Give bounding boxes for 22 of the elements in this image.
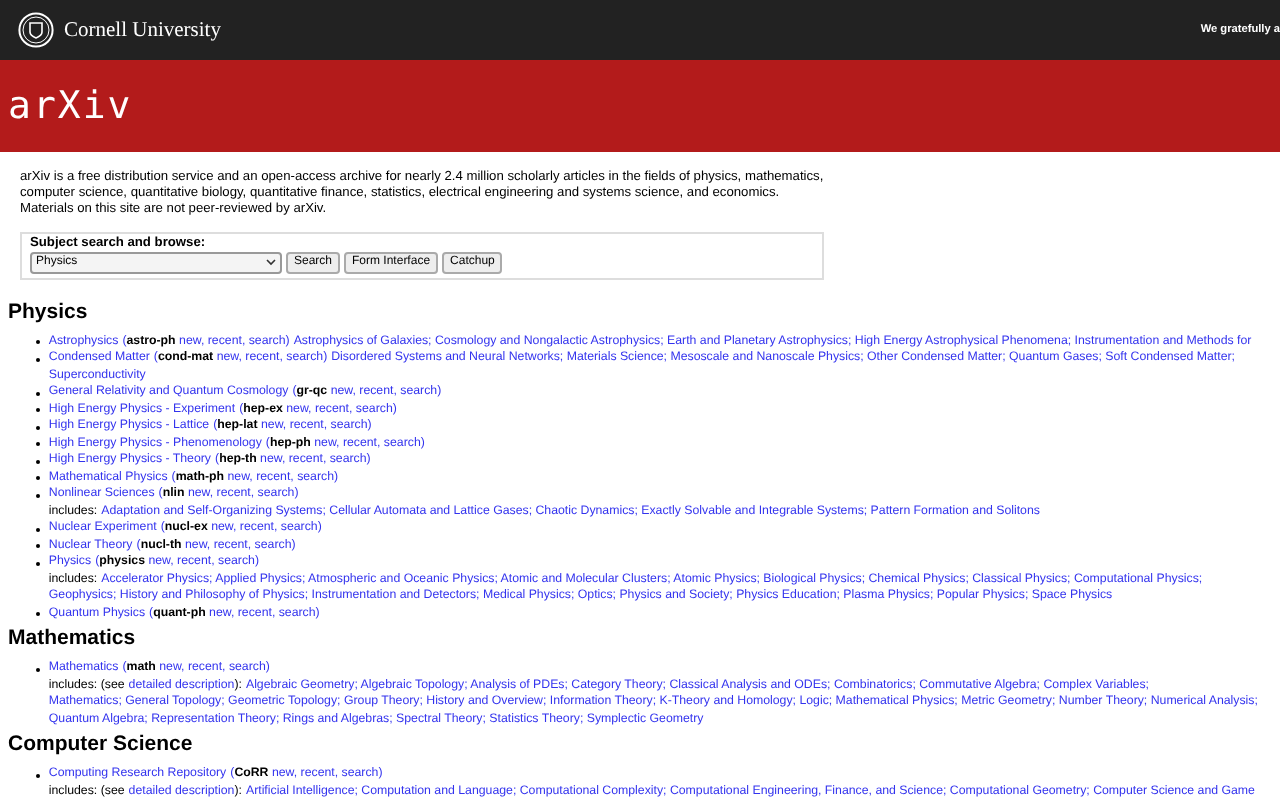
section-heading: Physics bbox=[8, 299, 90, 326]
bullet-icon bbox=[36, 408, 41, 413]
bullet-icon bbox=[36, 544, 41, 549]
bullet-icon bbox=[36, 442, 41, 447]
bullet-icon bbox=[36, 612, 41, 617]
caret-icon bbox=[266, 258, 276, 267]
section-heading: Mathematics bbox=[8, 626, 138, 653]
bullet-icon bbox=[36, 391, 41, 396]
bullet-icon bbox=[36, 340, 41, 345]
bullet-icon bbox=[36, 667, 41, 672]
university-name[interactable]: Cornell University bbox=[64, 19, 221, 41]
bullet-icon bbox=[36, 561, 41, 566]
bullet-icon bbox=[36, 357, 41, 362]
bullet-icon bbox=[36, 493, 41, 498]
section-heading: Computer Science bbox=[8, 732, 195, 759]
bullet-icon bbox=[36, 476, 41, 481]
bullet-icon bbox=[36, 527, 41, 532]
bullet-icon bbox=[36, 773, 41, 778]
bullet-icon bbox=[36, 459, 41, 464]
seal-icon bbox=[18, 12, 54, 48]
site-logo[interactable]: arXiv bbox=[8, 84, 133, 128]
bullet-icon bbox=[36, 425, 41, 430]
